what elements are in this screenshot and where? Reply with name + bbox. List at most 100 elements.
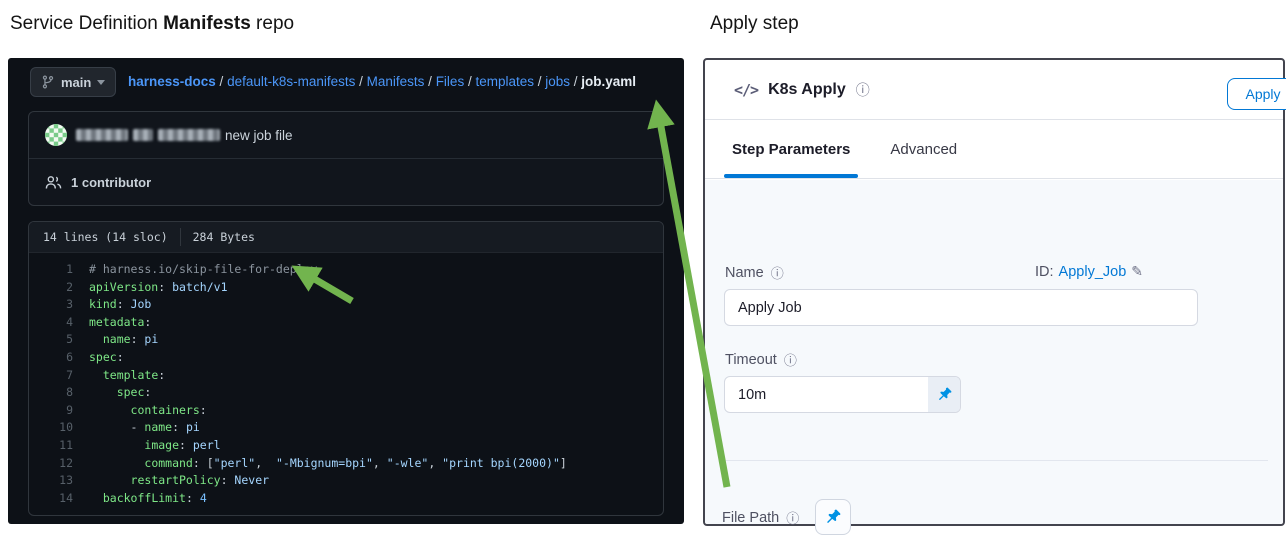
line-number[interactable]: 3 [29,296,89,314]
code-text: kind: Job [89,297,152,312]
timeout-field-label: Timeout ⓘ [725,350,797,369]
line-number[interactable]: 13 [29,472,89,490]
breadcrumb-templates[interactable]: templates [475,74,534,89]
code-line: 1 # harness.io/skip-file-for-deploy [29,261,663,279]
edit-id-pencil-icon[interactable]: ✎ [1131,263,1143,280]
id-prefix: ID: [1035,263,1054,280]
line-number[interactable]: 10 [29,419,89,437]
file-viewer: 14 lines (14 sloc) 284 Bytes 1 # harness.… [28,221,664,517]
code-text: apiVersion: batch/v1 [89,279,228,294]
code-line: 13 restartPolicy: Never [29,472,663,490]
file-path-field-label: File Path ⓘ [722,508,800,527]
line-number[interactable]: 6 [29,349,89,367]
line-number[interactable]: 1 [29,261,89,279]
breadcrumb-Manifests[interactable]: Manifests [367,74,425,89]
step-id: ID: Apply_Job ✎ [1035,263,1143,280]
code-line: 4 metadata: [29,314,663,332]
tab-step-parameters[interactable]: Step Parameters [723,120,859,178]
k8s-apply-step-panel: </> K8s Apply ⓘ Apply Step Parameters Adv… [703,58,1286,535]
line-number[interactable]: 11 [29,437,89,455]
latest-commit-row[interactable]: new job file [29,112,663,159]
code-line: 12 command: ["perl", "-Mbignum=bpi", "-w… [29,455,663,473]
timeout-pin-icon[interactable] [928,377,960,412]
stats-divider [179,228,181,246]
git-branch-icon [42,75,54,89]
line-number[interactable]: 8 [29,384,89,402]
commit-author-redacted [76,128,225,143]
breadcrumb-separator: / [355,74,367,89]
code-text: - name: pi [89,420,200,435]
file-path-info-icon[interactable]: ⓘ [786,508,799,527]
commit-author-avatar[interactable] [45,124,67,146]
breadcrumb-job.yaml: job.yaml [581,74,637,89]
line-number[interactable]: 4 [29,314,89,332]
pin-icon [827,509,841,523]
apply-button[interactable]: Apply [1227,78,1286,110]
file-stats-bar: 14 lines (14 sloc) 284 Bytes [29,222,663,253]
breadcrumb-jobs[interactable]: jobs [545,74,570,89]
step-title: K8s Apply [768,80,846,98]
breadcrumb-Files[interactable]: Files [436,74,465,89]
code-line: 5 name: pi [29,331,663,349]
contributors-count: 1 contributor [71,174,152,190]
code-line: 10 - name: pi [29,419,663,437]
id-value-link[interactable]: Apply_Job [1059,264,1127,280]
code-text: command: ["perl", "-Mbignum=bpi", "-wle"… [144,455,567,470]
title-prefix: Service Definition [10,13,164,34]
branch-name: main [61,74,92,90]
code-step-icon: </> [734,80,759,99]
breadcrumb-separator: / [424,74,436,89]
step-parameters-content: Name ⓘ ID: Apply_Job ✎ Timeout ⓘ File Pa… [705,180,1283,535]
right-panel-title: Apply step [710,13,799,34]
name-info-icon[interactable]: ⓘ [771,263,784,282]
code-text: containers: [130,402,207,417]
code-text: template: [102,367,166,382]
line-number[interactable]: 9 [29,402,89,420]
code-text: name: pi [102,332,159,347]
breadcrumb-harness-docs[interactable]: harness-docs [128,74,216,89]
name-input[interactable] [724,289,1198,326]
left-panel-title: Service Definition Manifests repo [10,13,294,35]
code-line: 6 spec: [29,349,663,367]
commit-message[interactable]: new job file [76,128,293,143]
contributors-row[interactable]: 1 contributor [29,159,663,205]
step-info-icon[interactable]: ⓘ [856,80,870,100]
contributors-icon [45,175,62,188]
breadcrumb-default-k8s-manifests[interactable]: default-k8s-manifests [227,74,355,89]
file-size-stat: 284 Bytes [192,230,255,244]
line-number[interactable]: 5 [29,331,89,349]
section-divider [722,460,1268,461]
title-suffix: repo [250,13,295,34]
code-line: 14 backoffLimit: 4 [29,490,663,508]
line-number[interactable]: 2 [29,279,89,297]
code-line: 3 kind: Job [29,296,663,314]
tab-advanced[interactable]: Advanced [890,120,957,178]
breadcrumb-separator: / [464,74,476,89]
code-text: backoffLimit: 4 [102,490,207,505]
code-line: 9 containers: [29,402,663,420]
timeout-info-icon[interactable]: ⓘ [784,350,797,369]
tabs: Step Parameters Advanced [705,120,1283,179]
code-line: 7 template: [29,367,663,385]
code-block: 1 # harness.io/skip-file-for-deploy 2 apiVe… [29,253,663,515]
line-number[interactable]: 7 [29,367,89,385]
github-repo-panel: main harness-docs / default-k8s-manifest… [8,58,684,524]
name-field-label: Name ⓘ [725,263,784,282]
chevron-down-icon [97,79,106,85]
line-number[interactable]: 12 [29,455,89,473]
line-number[interactable]: 14 [29,490,89,508]
file-path-pin-button[interactable] [815,499,851,535]
file-lines-stat: 14 lines (14 sloc) [43,230,168,244]
timeout-input-group [724,376,961,413]
timeout-input[interactable] [725,377,928,412]
breadcrumb-separator: / [534,74,546,89]
step-header: </> K8s Apply ⓘ Apply [705,60,1286,120]
branch-selector-button[interactable]: main [30,67,117,97]
code-text: spec: [89,349,124,364]
repo-topbar: main harness-docs / default-k8s-manifest… [8,67,684,99]
code-text: image: perl [144,437,221,452]
code-line: 11 image: perl [29,437,663,455]
code-line: 8 spec: [29,384,663,402]
breadcrumb: harness-docs / default-k8s-manifests / M… [128,67,636,97]
code-text: metadata: [89,314,152,329]
